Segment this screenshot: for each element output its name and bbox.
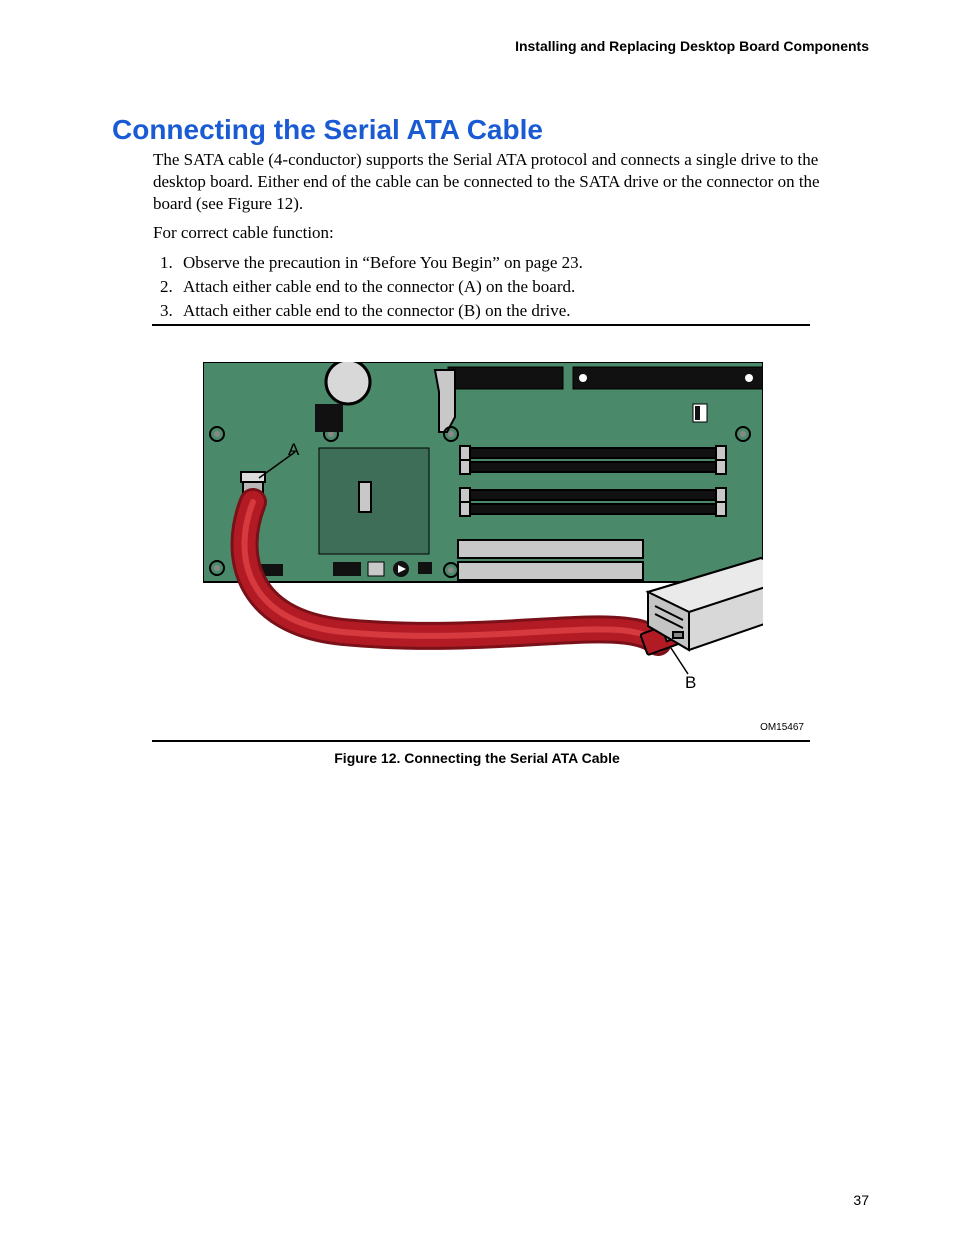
figure-caption: Figure 12. Connecting the Serial ATA Cab… (0, 750, 954, 766)
body-text: The SATA cable (4-conductor) supports th… (153, 149, 853, 323)
figure-label-a: A (288, 440, 299, 460)
figure-sata-cable (203, 362, 763, 722)
page-number: 37 (853, 1192, 869, 1208)
figure-rule-top (152, 324, 810, 326)
board-illustration (203, 362, 763, 722)
steps-list: Observe the precaution in “Before You Be… (177, 252, 853, 321)
paragraph-intro: The SATA cable (4-conductor) supports th… (153, 149, 853, 214)
page-heading: Connecting the Serial ATA Cable (112, 114, 543, 146)
step-item: Attach either cable end to the connector… (177, 276, 853, 298)
running-head: Installing and Replacing Desktop Board C… (515, 38, 869, 54)
figure-label-b: B (685, 673, 696, 693)
page: Installing and Replacing Desktop Board C… (0, 0, 954, 1235)
figure-code: OM15467 (760, 722, 804, 733)
paragraph-lead: For correct cable function: (153, 222, 853, 244)
figure-rule-bottom (152, 740, 810, 742)
step-item: Attach either cable end to the connector… (177, 300, 853, 322)
step-item: Observe the precaution in “Before You Be… (177, 252, 853, 274)
